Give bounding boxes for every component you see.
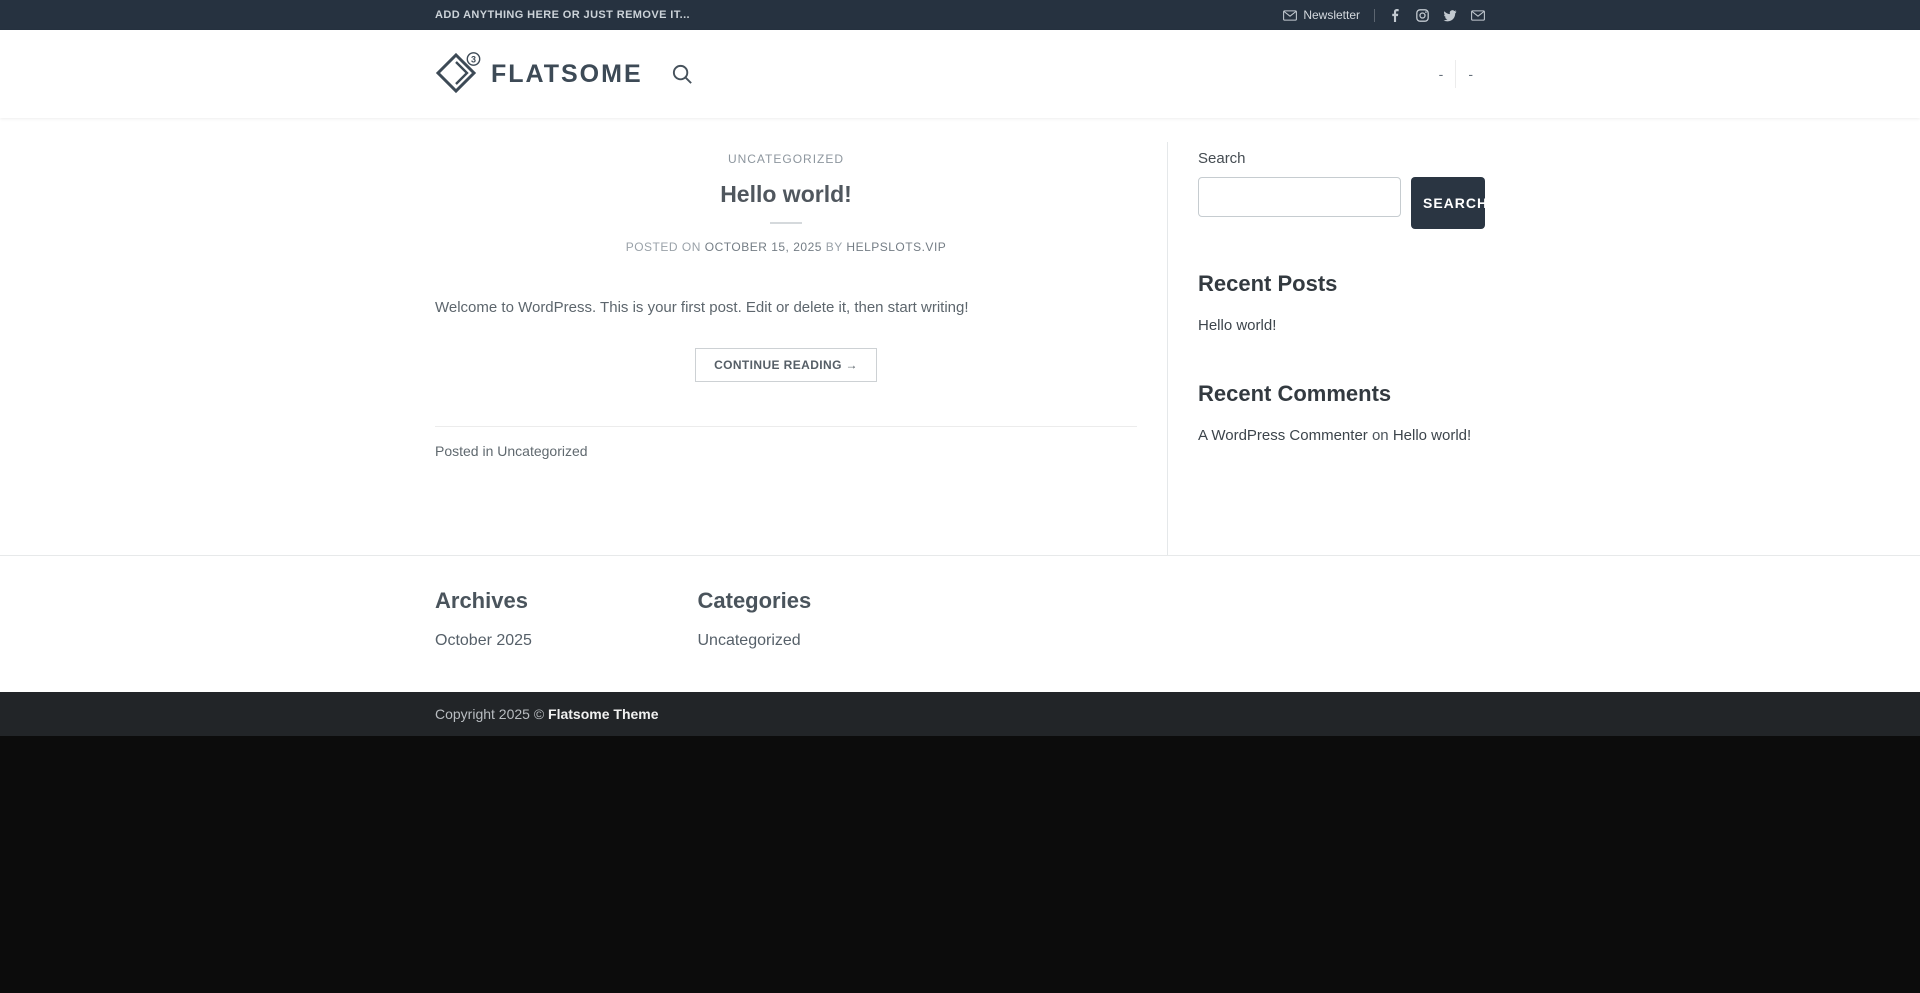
archives-widget: Archives October 2025 — [435, 588, 698, 650]
post-article: UNCATEGORIZED Hello world! POSTED ON OCT… — [435, 142, 1167, 555]
comment-author-link[interactable]: A WordPress Commenter — [1198, 427, 1368, 444]
main-content: UNCATEGORIZED Hello world! POSTED ON OCT… — [435, 118, 1485, 555]
search-widget: Search SEARCH — [1198, 150, 1485, 229]
twitter-icon[interactable] — [1443, 9, 1457, 22]
post-excerpt: Welcome to WordPress. This is your first… — [435, 296, 1137, 320]
site-header: 3 FLATSOME - - — [0, 30, 1920, 118]
email-icon[interactable] — [1471, 10, 1485, 21]
meta-posted-on-label: POSTED ON — [626, 240, 701, 254]
recent-post-link[interactable]: Hello world! — [1198, 317, 1276, 334]
search-button[interactable]: SEARCH — [1411, 177, 1485, 229]
search-icon — [671, 63, 694, 86]
posted-in: Posted in Uncategorized — [435, 427, 1137, 499]
posted-in-category-link[interactable]: Uncategorized — [497, 443, 587, 459]
search-row: SEARCH — [1198, 177, 1485, 229]
category-link[interactable]: Uncategorized — [698, 632, 801, 649]
archive-link[interactable]: October 2025 — [435, 632, 532, 649]
instagram-icon[interactable] — [1416, 9, 1429, 22]
menu-item-1[interactable]: - — [1427, 66, 1456, 82]
top-bar: ADD ANYTHING HERE OR JUST REMOVE IT... N… — [0, 0, 1920, 30]
topbar-links: Newsletter — [1283, 8, 1485, 22]
copyright-text: Copyright 2025 © — [435, 706, 544, 722]
recent-posts-list: Hello world! — [1198, 313, 1485, 339]
recent-comments-list: A WordPress Commenter on Hello world! — [1198, 423, 1485, 449]
sidebar: Search SEARCH Recent Posts Hello world! … — [1167, 142, 1485, 555]
search-widget-label: Search — [1198, 150, 1485, 167]
menu-item-2[interactable]: - — [1456, 66, 1485, 82]
post-meta: POSTED ON OCTOBER 15, 2025 BY HELPSLOTS.… — [435, 240, 1137, 254]
site-logo[interactable]: 3 FLATSOME — [435, 52, 643, 96]
facebook-icon[interactable] — [1389, 9, 1402, 22]
continue-reading-row: CONTINUE READING → — [435, 348, 1137, 382]
newsletter-label: Newsletter — [1303, 8, 1360, 22]
post-category-link[interactable]: UNCATEGORIZED — [728, 152, 844, 166]
recent-comments-heading: Recent Comments — [1198, 381, 1485, 407]
topbar-message: ADD ANYTHING HERE OR JUST REMOVE IT... — [435, 9, 690, 21]
search-input[interactable] — [1198, 177, 1401, 217]
title-divider — [770, 222, 802, 224]
archives-heading: Archives — [435, 588, 698, 614]
post-category: UNCATEGORIZED — [435, 150, 1137, 168]
site-logo-text: FLATSOME — [491, 60, 643, 89]
search-toggle[interactable] — [671, 63, 694, 86]
recent-posts-heading: Recent Posts — [1198, 271, 1485, 297]
copyright-bar: Copyright 2025 © Flatsome Theme — [0, 692, 1920, 736]
logo-badge: 3 — [471, 54, 476, 64]
categories-widget: Categories Uncategorized — [698, 588, 961, 650]
post-date-link[interactable]: OCTOBER 15, 2025 — [705, 240, 822, 254]
flatsome-diamond-logo-icon: 3 — [435, 52, 481, 96]
categories-heading: Categories — [698, 588, 961, 614]
post-author-link[interactable]: HELPSLOTS.VIP — [846, 240, 946, 254]
newsletter-link[interactable]: Newsletter — [1283, 8, 1360, 22]
continue-reading-button[interactable]: CONTINUE READING → — [695, 348, 877, 382]
footer-widgets: Archives October 2025 Categories Uncateg… — [0, 555, 1920, 692]
comment-post-link[interactable]: Hello world! — [1393, 427, 1471, 444]
topbar-divider — [1374, 9, 1375, 22]
bottom-filler — [0, 736, 1920, 993]
header-menu: - - — [1427, 60, 1485, 88]
meta-by-label: BY — [826, 240, 843, 254]
copyright-brand: Flatsome Theme — [548, 706, 658, 722]
post-title: Hello world! — [435, 181, 1137, 208]
list-item: Hello world! — [1198, 313, 1485, 339]
comment-connector: on — [1372, 427, 1389, 444]
page: ADD ANYTHING HERE OR JUST REMOVE IT... N… — [0, 0, 1920, 993]
posted-in-label: Posted in — [435, 443, 493, 459]
newsletter-envelope-icon — [1283, 10, 1297, 21]
recent-comment-item: A WordPress Commenter on Hello world! — [1198, 423, 1485, 449]
